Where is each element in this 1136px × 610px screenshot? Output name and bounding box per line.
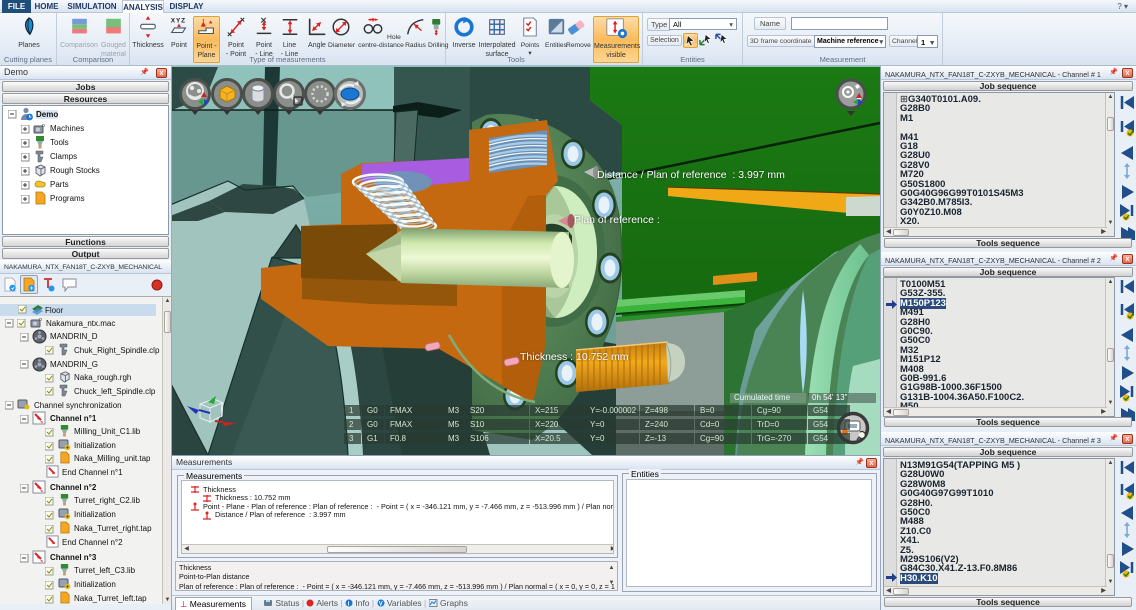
svg-text:XYZ: XYZ [171, 17, 186, 24]
svg-text:o: o [42, 123, 45, 129]
svg-text:o: o [39, 317, 42, 323]
svg-text:V: V [378, 602, 382, 608]
